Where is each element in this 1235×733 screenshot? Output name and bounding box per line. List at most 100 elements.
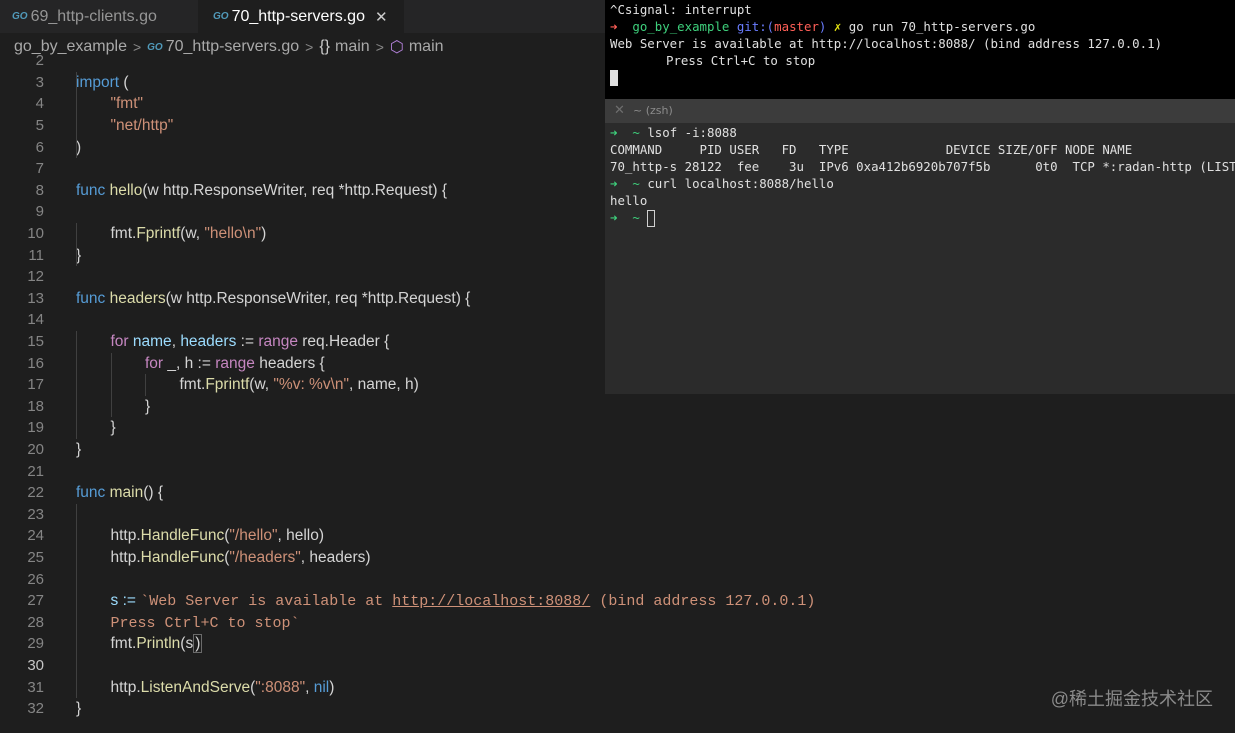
code-line[interactable]: 6) bbox=[0, 137, 600, 159]
line-number: 13 bbox=[27, 289, 44, 307]
terminal-cursor bbox=[647, 210, 656, 227]
code-line[interactable]: 23 bbox=[0, 504, 600, 526]
line-number: 26 bbox=[27, 570, 44, 588]
code-line[interactable]: 10 fmt.Fprintf(w, "hello\n") bbox=[0, 223, 600, 245]
code-line[interactable]: 4 "fmt" bbox=[0, 93, 600, 115]
line-number: 32 bbox=[27, 700, 44, 718]
indent-guide bbox=[76, 503, 77, 699]
code-text: http.HandleFunc("/headers", headers) bbox=[110, 549, 371, 566]
prompt-arrow-icon: ➜ bbox=[610, 19, 618, 34]
line-number: 27 bbox=[27, 592, 44, 610]
code-line[interactable]: 26 bbox=[0, 569, 600, 591]
code-line[interactable]: 27 s := `Web Server is available at http:… bbox=[0, 590, 815, 612]
terminal-line: 70_http-s 28122 fee 3u IPv6 0xa412b6920b… bbox=[610, 159, 1235, 174]
line-number: 15 bbox=[27, 333, 44, 350]
prompt-arrow-icon: ➜ bbox=[610, 210, 618, 225]
code-line[interactable]: 30 bbox=[0, 655, 600, 677]
line-number: 3 bbox=[35, 73, 44, 91]
code-text: "fmt" bbox=[110, 95, 144, 113]
code-line[interactable]: 8 func hello(w http.ResponseWriter, req *… bbox=[0, 180, 600, 202]
terminal-command: lsof -i:8088 bbox=[647, 125, 737, 140]
code-line[interactable]: 17 fmt.Fprintf(w, "%v: %v\n", name, h) bbox=[0, 374, 600, 396]
dirty-mark-icon: ✗ bbox=[833, 19, 842, 34]
line-number: 6 bbox=[35, 138, 44, 156]
tab-70-http-servers[interactable]: GO 70_http-servers.go ✕ bbox=[198, 0, 404, 33]
tab-69-http-clients[interactable]: GO 69_http-clients.go bbox=[0, 0, 198, 33]
terminal-tab-header[interactable]: ✕ ~ (zsh) bbox=[605, 99, 1235, 123]
line-number: 19 bbox=[27, 419, 44, 437]
code-line[interactable]: 7 bbox=[0, 158, 600, 180]
terminal-prompt-line: ➜ ~ bbox=[610, 210, 656, 227]
line-number: 2 bbox=[35, 52, 44, 70]
code-line[interactable]: 5 "net/http" bbox=[0, 115, 600, 137]
code-line[interactable]: 18} bbox=[0, 396, 600, 418]
terminal-prompt-line: ➜ ~ curl localhost:8088/hello bbox=[610, 176, 834, 191]
code-text: Press Ctrl+C to stop` bbox=[110, 614, 300, 632]
code-line[interactable]: 31 http.ListenAndServe(":8088", nil) bbox=[0, 677, 600, 699]
code-line[interactable]: 15 for name, headers := range req.Header … bbox=[0, 331, 600, 353]
code-text: import ( bbox=[76, 73, 129, 91]
terminal-prompt-line: ➜ go_by_example git:(master) ✗ go run 70… bbox=[610, 19, 1035, 34]
code-line[interactable]: 24 http.HandleFunc("/hello", hello) bbox=[0, 525, 600, 547]
close-icon[interactable]: ✕ bbox=[614, 103, 625, 118]
terminal-command: go run 70_http-servers.go bbox=[848, 19, 1036, 34]
git-branch: master bbox=[774, 19, 819, 34]
line-number: 21 bbox=[27, 462, 44, 480]
line-number: 22 bbox=[27, 484, 44, 502]
code-text: http.ListenAndServe(":8088", nil) bbox=[110, 678, 335, 696]
line-number: 25 bbox=[27, 549, 44, 566]
code-line[interactable]: 22 func main() { bbox=[0, 482, 600, 504]
code-line[interactable]: 21 bbox=[0, 461, 600, 483]
line-number: 11 bbox=[28, 246, 44, 264]
line-number: 16 bbox=[27, 354, 44, 372]
terminal-pane-client[interactable]: ➜ ~ lsof -i:8088 COMMAND PID USER FD TYP… bbox=[605, 123, 1235, 394]
code-line[interactable]: 14 bbox=[0, 309, 600, 331]
line-number: 7 bbox=[35, 160, 44, 178]
code-line[interactable]: 9 bbox=[0, 201, 600, 223]
code-text: for name, headers := range req.Header { bbox=[110, 333, 390, 350]
git-label: git:( bbox=[736, 19, 775, 34]
terminal-pane-server[interactable]: ^Csignal: interrupt ➜ go_by_example git:… bbox=[605, 0, 1235, 99]
code-line[interactable]: 28 Press Ctrl+C to stop` bbox=[0, 612, 600, 634]
code-text: } bbox=[76, 700, 82, 718]
prompt-dir: ~ bbox=[632, 125, 640, 140]
code-text: http.HandleFunc("/hello", hello) bbox=[110, 527, 325, 545]
code-line[interactable]: 20} bbox=[0, 439, 600, 461]
code-text: } bbox=[110, 419, 116, 437]
indent-guide bbox=[76, 223, 77, 267]
line-number: 23 bbox=[27, 505, 44, 523]
code-line[interactable]: 16 for _, h := range headers { bbox=[0, 353, 600, 375]
line-number: 9 bbox=[35, 203, 44, 221]
terminal-tab-title: ~ (zsh) bbox=[633, 104, 673, 117]
code-text: func headers(w http.ResponseWriter, req … bbox=[76, 289, 471, 307]
code-line[interactable]: 25 http.HandleFunc("/headers", headers) bbox=[0, 547, 600, 569]
watermark: @稀土掘金技术社区 bbox=[1050, 689, 1213, 709]
code-text: s := `Web Server is available at http://… bbox=[110, 592, 816, 611]
terminal-cursor bbox=[610, 69, 618, 86]
code-line[interactable]: 29 fmt.Println(s) bbox=[0, 633, 600, 655]
line-number: 20 bbox=[27, 441, 44, 458]
line-number: 29 bbox=[27, 635, 44, 653]
code-line[interactable]: 11} bbox=[0, 245, 600, 267]
terminal-prompt-line: ➜ ~ lsof -i:8088 bbox=[610, 125, 737, 140]
terminal-panel[interactable]: ^Csignal: interrupt ➜ go_by_example git:… bbox=[605, 0, 1235, 394]
close-icon[interactable]: ✕ bbox=[375, 8, 388, 26]
code-line[interactable]: 12 bbox=[0, 266, 600, 288]
line-number: 8 bbox=[35, 181, 44, 199]
code-text: for _, h := range headers { bbox=[145, 354, 325, 372]
terminal-line: ^Csignal: interrupt bbox=[610, 2, 752, 17]
code-line[interactable]: 19} bbox=[0, 417, 600, 439]
tab-label: 70_http-servers.go bbox=[231, 7, 365, 25]
code-line[interactable]: 32} bbox=[0, 698, 600, 720]
code-text: func hello(w http.ResponseWriter, req *h… bbox=[76, 181, 448, 199]
code-line[interactable]: 13 func headers(w http.ResponseWriter, re… bbox=[0, 288, 600, 310]
code-text: fmt.Println(s) bbox=[110, 634, 203, 654]
terminal-line: Web Server is available at http://localh… bbox=[610, 36, 1163, 51]
code-line[interactable]: 3 import ( bbox=[0, 72, 600, 94]
terminal-line: Press Ctrl+C to stop bbox=[666, 53, 816, 68]
line-number: 5 bbox=[35, 117, 44, 134]
code-text: fmt.Fprintf(w, "hello\n") bbox=[110, 225, 267, 242]
prompt-dir: ~ bbox=[632, 176, 640, 191]
code-line[interactable]: 2 bbox=[0, 50, 600, 72]
code-text: } bbox=[145, 397, 151, 415]
